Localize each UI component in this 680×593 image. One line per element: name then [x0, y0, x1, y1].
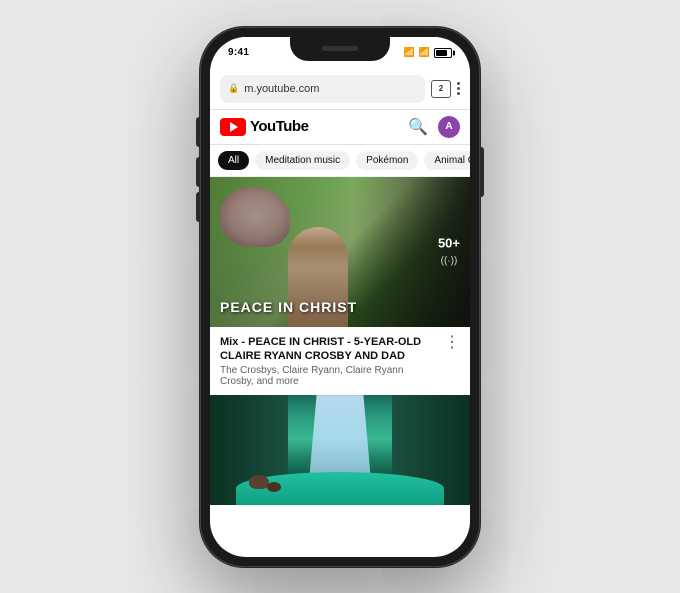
youtube-wordmark: YouTube [250, 118, 308, 135]
battery-fill [436, 50, 447, 56]
battery-icon [434, 48, 452, 58]
url-text: m.youtube.com [244, 83, 417, 95]
lock-icon: 🔒 [228, 83, 239, 94]
phone-screen: 9:41 📶 📶 🔒 m.youtube.com 2 [210, 37, 470, 557]
video-title-overlay: PEACE IN CHRIST [220, 299, 357, 315]
menu-dot-2 [457, 87, 460, 90]
thumb-background-2 [210, 395, 470, 505]
play-triangle [230, 122, 238, 132]
phone-mockup: 9:41 📶 📶 🔒 m.youtube.com 2 [200, 27, 480, 567]
status-time: 9:41 [228, 47, 249, 58]
status-bar: 9:41 📶 📶 [210, 37, 470, 69]
tab-count: 2 [439, 84, 443, 93]
tab-button[interactable]: 2 [431, 80, 451, 98]
video-meta-1: Mix - PEACE IN CHRIST - 5-YEAR-OLD CLAIR… [220, 335, 436, 388]
chip-meditation[interactable]: Meditation music [255, 151, 350, 170]
youtube-logo[interactable]: YouTube [220, 118, 308, 136]
filter-bar: All Meditation music Pokémon Animal Cros… [210, 145, 470, 177]
search-icon[interactable]: 🔍 [408, 117, 428, 137]
playlist-badge: 50+ ((·)) [438, 235, 460, 268]
notch [290, 37, 390, 61]
youtube-header: YouTube 🔍 A [210, 110, 470, 145]
video-info-1: Mix - PEACE IN CHRIST - 5-YEAR-OLD CLAIR… [210, 327, 470, 396]
notch-dot [322, 46, 358, 51]
url-bar[interactable]: 🔒 m.youtube.com [220, 75, 425, 103]
browser-menu-button[interactable] [457, 82, 460, 95]
chip-animal[interactable]: Animal Cross [424, 151, 470, 170]
waterfall [301, 395, 379, 483]
bluetooth-icon: 📶 [404, 47, 415, 58]
video-channel-1: The Crosbys, Claire Ryann, Claire Ryann … [220, 365, 436, 387]
playlist-waves: ((·)) [441, 255, 458, 266]
browser-bar: 🔒 m.youtube.com 2 [210, 69, 470, 110]
status-right: 📶 📶 [404, 47, 452, 58]
video-thumbnail-2[interactable] [210, 395, 470, 505]
chip-pokemon[interactable]: Pokémon [356, 151, 418, 170]
video-more-button-1[interactable]: ⋮ [436, 335, 460, 351]
menu-dot-3 [457, 92, 460, 95]
menu-dot-1 [457, 82, 460, 85]
video-thumbnail-1[interactable]: PEACE IN CHRIST 50+ ((·)) [210, 177, 470, 327]
avatar-letter: A [445, 121, 452, 132]
chip-all[interactable]: All [218, 151, 249, 170]
youtube-icon [220, 118, 246, 136]
video-title-1: Mix - PEACE IN CHRIST - 5-YEAR-OLD CLAIR… [220, 335, 436, 364]
youtube-actions: 🔍 A [408, 116, 460, 138]
content-area: PEACE IN CHRIST 50+ ((·)) Mix - PEACE IN… [210, 177, 470, 506]
wifi-icon: 📶 [419, 47, 430, 58]
rocks-2 [267, 482, 281, 492]
playlist-count: 50+ [438, 235, 460, 250]
avatar[interactable]: A [438, 116, 460, 138]
rocks [249, 475, 269, 489]
